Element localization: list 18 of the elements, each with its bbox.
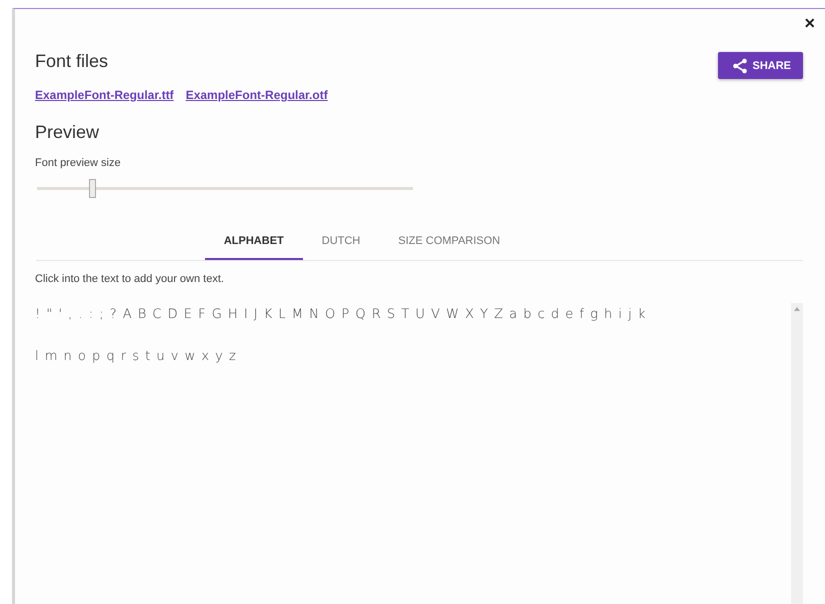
tab[interactable]: ALPHABET [204,226,303,260]
preview-text: l m n o p q r s t u v w x y z [35,348,237,366]
scroll-up-icon[interactable] [794,307,800,311]
scrollbar[interactable] [791,303,803,604]
close-button[interactable]: × [800,13,819,33]
preview-text: ! " ' , . : ; ? A B C D E F G H I J K L M N O P Q R S T U V W X Y Z a b c d e f g h i j k [35,306,646,324]
share-icon [732,58,748,74]
share-button[interactable]: SHARE [718,52,803,79]
tab[interactable]: SIZE COMPARISON [379,226,520,260]
slider-thumb[interactable] [89,179,96,198]
preview-text-area[interactable]: ! " ' , . : ; ? A B C D E F G H I J K L M N O P Q R S T U V W X Y Z a b c d e f g h i j k l m n o p q r s t u v w x y z [35,293,791,604]
file-link[interactable]: ExampleFont-Regular.ttf [35,88,174,102]
file-link[interactable]: ExampleFont-Regular.otf [186,88,328,102]
hint-text: Click into the text to add your own text. [35,273,225,285]
section-title: Preview [35,122,100,143]
slider-label: Font preview size [35,157,122,169]
tab[interactable]: DUTCH [302,226,380,260]
section-title: Font files [35,51,110,72]
